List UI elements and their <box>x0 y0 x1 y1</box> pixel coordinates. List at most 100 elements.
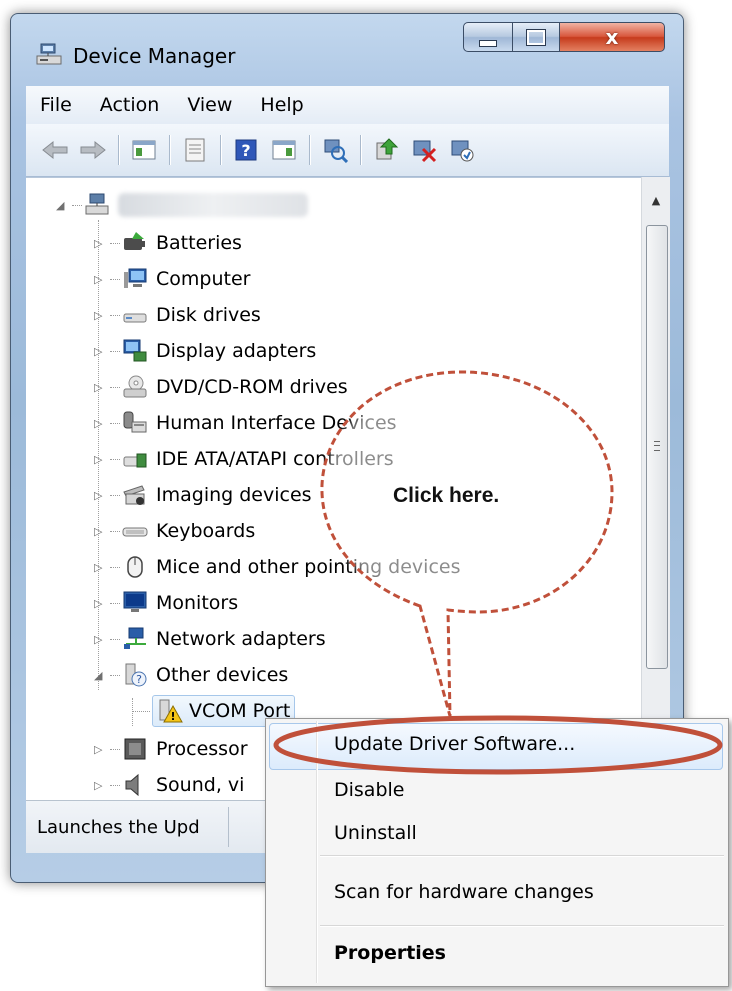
other-devices-icon: ? <box>125 663 147 687</box>
help-icon[interactable]: ? <box>231 135 261 165</box>
tree-connector <box>110 566 120 568</box>
expand-arrow-icon[interactable]: ▷ <box>94 489 110 502</box>
computer-root-icon <box>85 193 109 215</box>
monitor-icon <box>123 591 147 612</box>
expand-arrow-icon[interactable]: ▷ <box>94 779 110 792</box>
tree-item-dvd-cdrom-drives[interactable]: ▷ DVD/CD-ROM drives <box>94 370 348 404</box>
back-arrow-icon[interactable] <box>40 135 70 165</box>
status-text: Launches the Upd <box>37 817 200 838</box>
tree-connector <box>72 204 82 206</box>
display-adapter-icon <box>123 339 147 362</box>
tree-root-computer[interactable]: ◢ <box>56 188 308 222</box>
toolbar-separator <box>360 135 361 165</box>
expand-arrow-icon[interactable]: ▷ <box>94 345 110 358</box>
show-hide-console-tree-icon[interactable] <box>129 135 159 165</box>
expand-arrow-icon[interactable]: ▷ <box>94 561 110 574</box>
mouse-icon <box>127 556 143 578</box>
tree-item-mice[interactable]: ▷ Mice and other pointing devices <box>94 550 460 584</box>
menu-item-update-driver-software[interactable]: Update Driver Software... <box>334 733 575 755</box>
menu-separator <box>320 925 724 926</box>
menu-item-disable[interactable]: Disable <box>334 779 404 801</box>
tree-item-ide-ata-atapi-controllers[interactable]: ▷ IDE ATA/ATAPI controllers <box>94 442 394 476</box>
svg-text:!: ! <box>170 710 175 723</box>
vertical-scrollbar[interactable]: ▲ <box>641 177 670 799</box>
toolbar-separator <box>220 135 221 165</box>
expand-arrow-icon[interactable]: ▷ <box>94 273 110 286</box>
properties-icon[interactable] <box>180 135 210 165</box>
expand-arrow-icon[interactable]: ▷ <box>94 237 110 250</box>
menu-view[interactable]: View <box>173 94 246 116</box>
menu-item-uninstall[interactable]: Uninstall <box>334 822 417 844</box>
scan-hardware-icon[interactable] <box>320 135 350 165</box>
tree-item-network-adapters[interactable]: ▷ Network adapters <box>94 622 326 656</box>
tree-item-keyboards[interactable]: ▷ Keyboards <box>94 514 255 548</box>
expand-arrow-icon[interactable]: ▷ <box>94 309 110 322</box>
tree-connector <box>110 386 120 388</box>
tree-connector <box>110 638 120 640</box>
tree-connector <box>110 530 120 532</box>
forward-arrow-icon[interactable] <box>78 135 108 165</box>
menu-separator <box>320 855 724 856</box>
tree-connector <box>110 494 120 496</box>
category-label: Processor <box>156 738 248 760</box>
scroll-up-arrow-icon[interactable]: ▲ <box>642 187 670 213</box>
category-label: Monitors <box>156 592 239 614</box>
minimize-button[interactable] <box>463 22 513 52</box>
toolbar-separator <box>118 135 119 165</box>
maximize-button[interactable] <box>512 22 560 52</box>
update-driver-icon[interactable] <box>371 135 401 165</box>
tree-item-imaging-devices[interactable]: ▷ Imaging devices <box>94 478 312 512</box>
tree-item-sound[interactable]: ▷ Sound, vi <box>94 768 244 800</box>
menu-file[interactable]: File <box>26 94 86 116</box>
menu-action[interactable]: Action <box>86 94 174 116</box>
category-label: IDE ATA/ATAPI controllers <box>156 448 394 470</box>
menu-help[interactable]: Help <box>246 94 317 116</box>
tree-item-human-interface-devices[interactable]: ▷ Human Interface Devices <box>94 406 397 440</box>
tree-connector <box>110 350 120 352</box>
tree-connector <box>110 278 120 280</box>
close-button[interactable]: x <box>559 22 665 52</box>
tree-item-display-adapters[interactable]: ▷ Display adapters <box>94 334 316 368</box>
network-adapter-icon <box>124 627 146 649</box>
category-label: Mice and other pointing devices <box>156 556 461 578</box>
tree-connector <box>110 458 120 460</box>
tree-item-monitors[interactable]: ▷ Monitors <box>94 586 238 620</box>
tree-item-batteries[interactable]: ▷ Batteries <box>94 226 242 260</box>
svg-text:?: ? <box>136 673 142 686</box>
collapse-arrow-icon[interactable]: ◢ <box>56 199 72 212</box>
enable-device-icon[interactable] <box>447 135 477 165</box>
tree-item-processors[interactable]: ▷ Processor <box>94 732 248 766</box>
callout-text: Click here. <box>393 484 500 507</box>
tree-item-computer[interactable]: ▷ Computer <box>94 262 250 296</box>
toolbar: ? <box>26 124 669 177</box>
tree-connector <box>110 314 120 316</box>
close-icon: x <box>605 25 619 49</box>
action-pane-icon[interactable] <box>269 135 299 165</box>
speaker-icon <box>125 773 139 797</box>
expand-arrow-icon[interactable]: ▷ <box>94 453 110 466</box>
uninstall-icon[interactable] <box>409 135 439 165</box>
category-label: Display adapters <box>156 340 317 362</box>
title-bar[interactable]: Device Manager x <box>11 14 683 84</box>
maximize-icon <box>526 28 546 46</box>
status-divider <box>228 807 229 847</box>
expand-arrow-icon[interactable]: ▷ <box>94 743 110 756</box>
expand-arrow-icon[interactable]: ▷ <box>94 417 110 430</box>
expand-arrow-icon[interactable]: ▷ <box>94 597 110 610</box>
menu-item-properties[interactable]: Properties <box>334 942 446 964</box>
expand-arrow-icon[interactable]: ▷ <box>94 633 110 646</box>
scrollbar-thumb[interactable] <box>646 225 668 669</box>
category-label: Network adapters <box>156 628 326 650</box>
category-label: Keyboards <box>156 520 256 542</box>
keyboard-icon <box>122 527 148 537</box>
tree-item-other-devices[interactable]: ◢ ? Other devices <box>94 658 288 692</box>
warning-device-icon: ! <box>159 699 183 723</box>
device-tree[interactable]: ◢ ▷ Batteries ▷ Computer ▷ Disk drives ▷… <box>26 177 641 800</box>
menu-item-scan-hardware[interactable]: Scan for hardware changes <box>334 881 594 903</box>
expand-arrow-icon[interactable]: ▷ <box>94 525 110 538</box>
expand-arrow-icon[interactable]: ▷ <box>94 381 110 394</box>
computer-name-redacted <box>118 193 308 217</box>
collapse-arrow-icon[interactable]: ◢ <box>94 669 110 682</box>
tree-item-disk-drives[interactable]: ▷ Disk drives <box>94 298 261 332</box>
category-label: Disk drives <box>156 304 261 326</box>
